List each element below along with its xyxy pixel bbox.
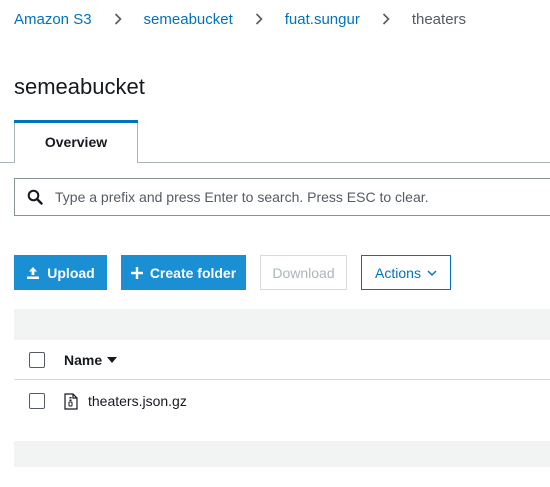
table-bottom-band (14, 441, 550, 467)
sort-down-icon (107, 356, 118, 363)
actions-label: Actions (375, 264, 421, 281)
column-header-name[interactable]: Name (64, 351, 118, 368)
download-button[interactable]: Download (260, 255, 347, 290)
file-name-cell[interactable]: theaters.json.gz (64, 392, 187, 410)
table-row[interactable]: theaters.json.gz (14, 381, 550, 421)
column-name-label: Name (64, 351, 103, 368)
breadcrumb: Amazon S3 semeabucket fuat.sungur theate… (14, 9, 466, 29)
upload-button[interactable]: Upload (14, 255, 107, 290)
breadcrumb-current: theaters (411, 10, 467, 28)
file-name: theaters.json.gz (88, 393, 187, 409)
select-all-checkbox[interactable] (29, 351, 45, 368)
row-checkbox[interactable] (29, 393, 45, 409)
search-input[interactable] (55, 189, 550, 205)
chevron-down-icon (427, 270, 437, 276)
upload-label: Upload (47, 264, 95, 281)
chevron-right-icon (255, 13, 263, 25)
actions-dropdown[interactable]: Actions (361, 255, 451, 290)
table-header: Name (14, 340, 550, 380)
search-icon (15, 189, 55, 205)
create-folder-button[interactable]: Create folder (121, 255, 246, 290)
create-folder-label: Create folder (149, 264, 237, 281)
tab-overview[interactable]: Overview (14, 120, 138, 163)
table-top-band (14, 309, 550, 340)
upload-icon (27, 266, 40, 279)
chevron-right-icon (382, 13, 390, 25)
plus-icon (130, 266, 143, 279)
page-title: semeabucket (14, 74, 145, 99)
breadcrumb-amazon-s3[interactable]: Amazon S3 (14, 11, 92, 28)
breadcrumb-folder[interactable]: fuat.sungur (285, 11, 360, 28)
chevron-right-icon (114, 13, 122, 25)
search-box (14, 178, 550, 216)
breadcrumb-bucket[interactable]: semeabucket (144, 11, 233, 28)
file-archive-icon (64, 392, 78, 410)
